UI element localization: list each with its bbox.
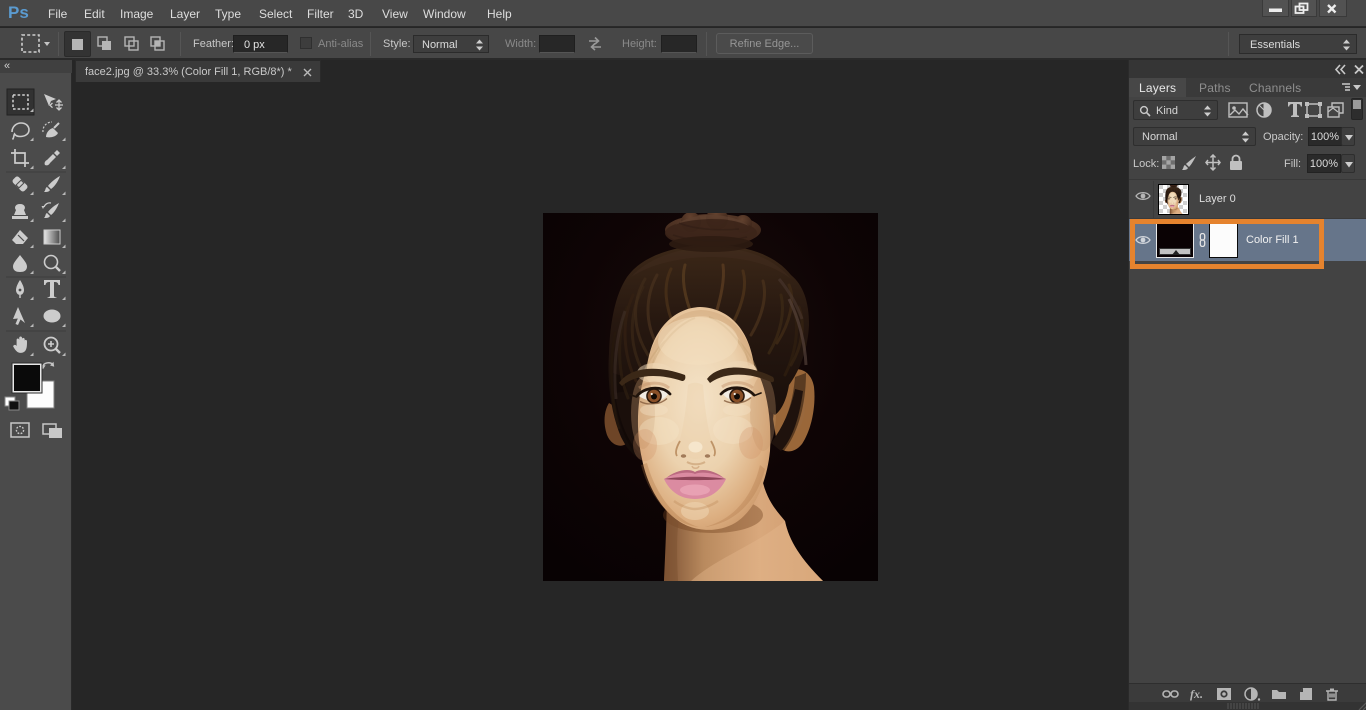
svg-text:fx.: fx. <box>1190 687 1203 701</box>
